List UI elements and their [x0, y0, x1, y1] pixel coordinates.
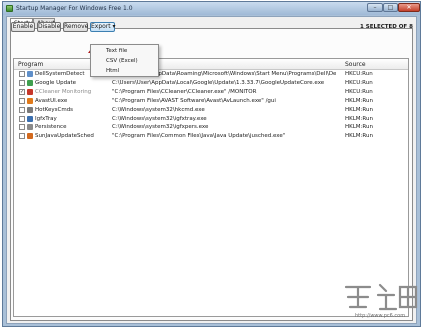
row-checkbox[interactable]: [19, 133, 25, 140]
program-name: Persistence: [35, 124, 67, 131]
program-icon: [27, 71, 33, 77]
program-source: HKCU:Run: [345, 71, 373, 77]
row-checkbox[interactable]: ✓: [19, 88, 25, 95]
export-menu: Text file CSV (Excel) Html: [90, 44, 159, 77]
table-row[interactable]: IgfxTray C:\Windows\system32\igfxtray.exe…: [14, 115, 408, 123]
program-source: HKLM:Run: [345, 97, 373, 104]
table-row[interactable]: AvastUI.exe "C:\Program Files\AVAST Softw…: [14, 97, 408, 105]
program-command: "C:\Program Files\Common Files\Java\Java…: [112, 133, 286, 140]
menu-item-html[interactable]: Html: [92, 66, 157, 76]
program-command: "C:\Program Files\CCleaner\CCleaner.exe"…: [112, 88, 257, 95]
maximize-button[interactable]: □: [383, 3, 398, 12]
row-checkbox[interactable]: [19, 79, 25, 86]
row-checkbox[interactable]: [19, 106, 25, 113]
program-source: HKLM:Run: [345, 106, 373, 113]
program-name: HotKeysCmds: [35, 106, 74, 113]
program-source: HKLM:Run: [345, 133, 373, 140]
app-icon: [6, 5, 13, 12]
program-icon: [27, 106, 33, 113]
program-command: C:\Windows\system32\igfxtray.exe: [112, 115, 207, 122]
program-command: "C:\Program Files\AVAST Software\Avast\A…: [112, 97, 276, 104]
program-name: IgfxTray: [35, 115, 57, 122]
row-checkbox[interactable]: [19, 115, 25, 122]
remove-button[interactable]: Remove: [63, 22, 88, 32]
program-icon: [27, 124, 33, 131]
program-command: C:\Windows\system32\igfxpers.exe: [112, 124, 209, 131]
app-window: Startup Manager For Windows Free 1.0 – □…: [2, 1, 421, 327]
table-row[interactable]: Google Update C:\Users\User\AppData\Local…: [14, 79, 408, 87]
program-icon: [27, 88, 33, 95]
disable-button[interactable]: Disable: [37, 22, 61, 32]
minimize-button[interactable]: –: [367, 3, 383, 12]
menu-item-csv[interactable]: CSV (Excel): [92, 56, 157, 66]
table-row[interactable]: ✓ CCleaner Monitoring "C:\Program Files\CC…: [14, 88, 408, 96]
menu-item-text-file[interactable]: Text file: [92, 46, 157, 56]
title-bar[interactable]: Startup Manager For Windows Free 1.0 – □…: [3, 2, 420, 15]
table-header: Program Source: [14, 59, 408, 70]
row-checkbox[interactable]: [19, 97, 25, 104]
program-name: SunJavaUpdateSched: [35, 133, 94, 140]
watermark: http://www.pc6.com: [340, 279, 420, 321]
watermark-logo: [344, 283, 418, 311]
program-source: HKLM:Run: [345, 124, 373, 131]
program-source: HKLM:Run: [345, 115, 373, 122]
row-checkbox[interactable]: [19, 71, 25, 77]
table-row[interactable]: DellSystemDetect C:\Users\User\AppData\Ro…: [14, 70, 408, 78]
program-command: C:\Windows\system32\hkcmd.exe: [112, 106, 205, 113]
close-button[interactable]: ✕: [398, 3, 420, 12]
program-name: Google Update: [35, 79, 77, 86]
export-button[interactable]: Export ▾: [90, 22, 116, 32]
program-name: CCleaner Monitoring: [35, 88, 92, 95]
table-row[interactable]: Persistence C:\Windows\system32\igfxpers.…: [14, 123, 408, 131]
program-name: DellSystemDetect: [35, 71, 85, 77]
program-icon: [27, 97, 33, 104]
column-source[interactable]: Source: [345, 61, 366, 68]
program-icon: [27, 115, 33, 122]
program-source: HKCU:Run: [345, 79, 373, 86]
table-row[interactable]: SunJavaUpdateSched "C:\Program Files\Comm…: [14, 132, 408, 140]
selection-count: 1 SELECTED OF 8: [360, 24, 413, 30]
enable-button[interactable]: Enable: [11, 22, 35, 32]
program-source: HKCU:Run: [345, 88, 373, 95]
program-icon: [27, 133, 33, 140]
row-checkbox[interactable]: [19, 124, 25, 131]
table-row[interactable]: HotKeysCmds C:\Windows\system32\hkcmd.exe…: [14, 106, 408, 114]
watermark-url: http://www.pc6.com: [355, 313, 406, 319]
program-icon: [27, 79, 33, 86]
program-command: C:\Users\User\AppData\Local\Google\Updat…: [112, 79, 325, 86]
window-title: Startup Manager For Windows Free 1.0: [16, 5, 133, 12]
program-name: AvastUI.exe: [35, 97, 68, 104]
column-program[interactable]: Program: [18, 61, 43, 68]
